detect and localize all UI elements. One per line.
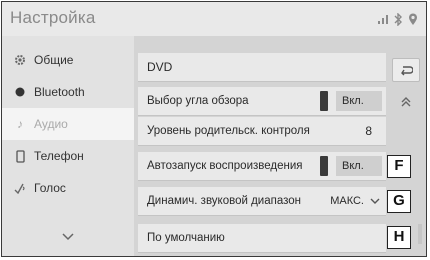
setting-row-default[interactable]: По умолчанию xyxy=(138,224,386,253)
back-arrow-icon xyxy=(401,65,413,75)
sidebar-more-button[interactable] xyxy=(2,222,134,252)
setting-label: По умолчанию xyxy=(147,232,225,244)
callout-h: H xyxy=(387,226,411,249)
page-title: Настройка xyxy=(10,8,96,27)
sidebar-item-label: Голос xyxy=(34,181,66,195)
setting-label: Уровень родительск. контроля xyxy=(147,125,310,137)
sidebar-item-label: Телефон xyxy=(34,149,84,163)
chevron-down-icon xyxy=(62,233,74,241)
select-value: МАКС. xyxy=(330,195,364,207)
setting-label: Автозапуск воспроизведения xyxy=(147,160,303,172)
gps-icon xyxy=(409,13,417,25)
settings-screen: Настройка Общие Bluetooth ♪ Аудио Телефо… xyxy=(1,1,427,257)
title-bar: Настройка xyxy=(2,2,426,36)
sidebar-item-label: Аудио xyxy=(34,117,68,131)
signal-icon xyxy=(378,15,388,24)
sidebar-item-label: Bluetooth xyxy=(34,85,85,99)
callout-g: G xyxy=(387,190,411,213)
sidebar-item-voice[interactable]: Голос xyxy=(2,172,134,204)
setting-row-drc[interactable]: Динамич. звуковой диапазон МАКС. xyxy=(138,187,386,216)
sidebar-item-label: Общие xyxy=(34,53,74,67)
sidebar-item-phone[interactable]: Телефон xyxy=(2,140,134,172)
setting-label: Динамич. звуковой диапазон xyxy=(147,195,302,207)
toggle-indicator xyxy=(320,156,328,176)
setting-row-autoplay[interactable]: Автозапуск воспроизведения Вкл. xyxy=(138,152,386,181)
toggle-value: Вкл. xyxy=(336,91,382,111)
toggle-value: Вкл. xyxy=(336,156,382,176)
setting-label: Выбор угла обзора xyxy=(147,95,249,107)
section-title-text: DVD xyxy=(147,60,173,74)
back-button[interactable] xyxy=(392,58,420,82)
chevron-down-icon xyxy=(370,198,380,204)
sidebar-item-general[interactable]: Общие xyxy=(2,44,134,76)
setting-value: 8 xyxy=(365,124,372,138)
sidebar-item-bluetooth[interactable]: Bluetooth xyxy=(2,76,134,108)
scrollbar[interactable] xyxy=(418,224,422,244)
double-chevron-up-icon xyxy=(401,97,411,107)
settings-panel: DVD Выбор угла обзора Вкл. Уровень родит… xyxy=(134,36,426,256)
sidebar-item-audio[interactable]: ♪ Аудио xyxy=(2,108,134,140)
gear-icon xyxy=(10,54,30,66)
callout-f: F xyxy=(387,155,411,178)
section-title-dvd: DVD xyxy=(138,53,386,82)
bluetooth-status-icon xyxy=(394,12,402,26)
select-field[interactable]: МАКС. xyxy=(330,195,380,207)
voice-icon xyxy=(10,182,30,194)
music-note-icon: ♪ xyxy=(17,117,23,131)
bluetooth-icon xyxy=(10,87,30,97)
status-icons xyxy=(377,11,418,27)
sidebar: Общие Bluetooth ♪ Аудио Телефон Голос xyxy=(2,36,134,256)
toggle-indicator xyxy=(320,91,328,111)
phone-icon xyxy=(10,149,30,163)
scroll-up-button[interactable] xyxy=(396,92,416,112)
setting-row-parental[interactable]: Уровень родительск. контроля 8 xyxy=(138,117,386,146)
setting-row-angle[interactable]: Выбор угла обзора Вкл. xyxy=(138,87,386,116)
